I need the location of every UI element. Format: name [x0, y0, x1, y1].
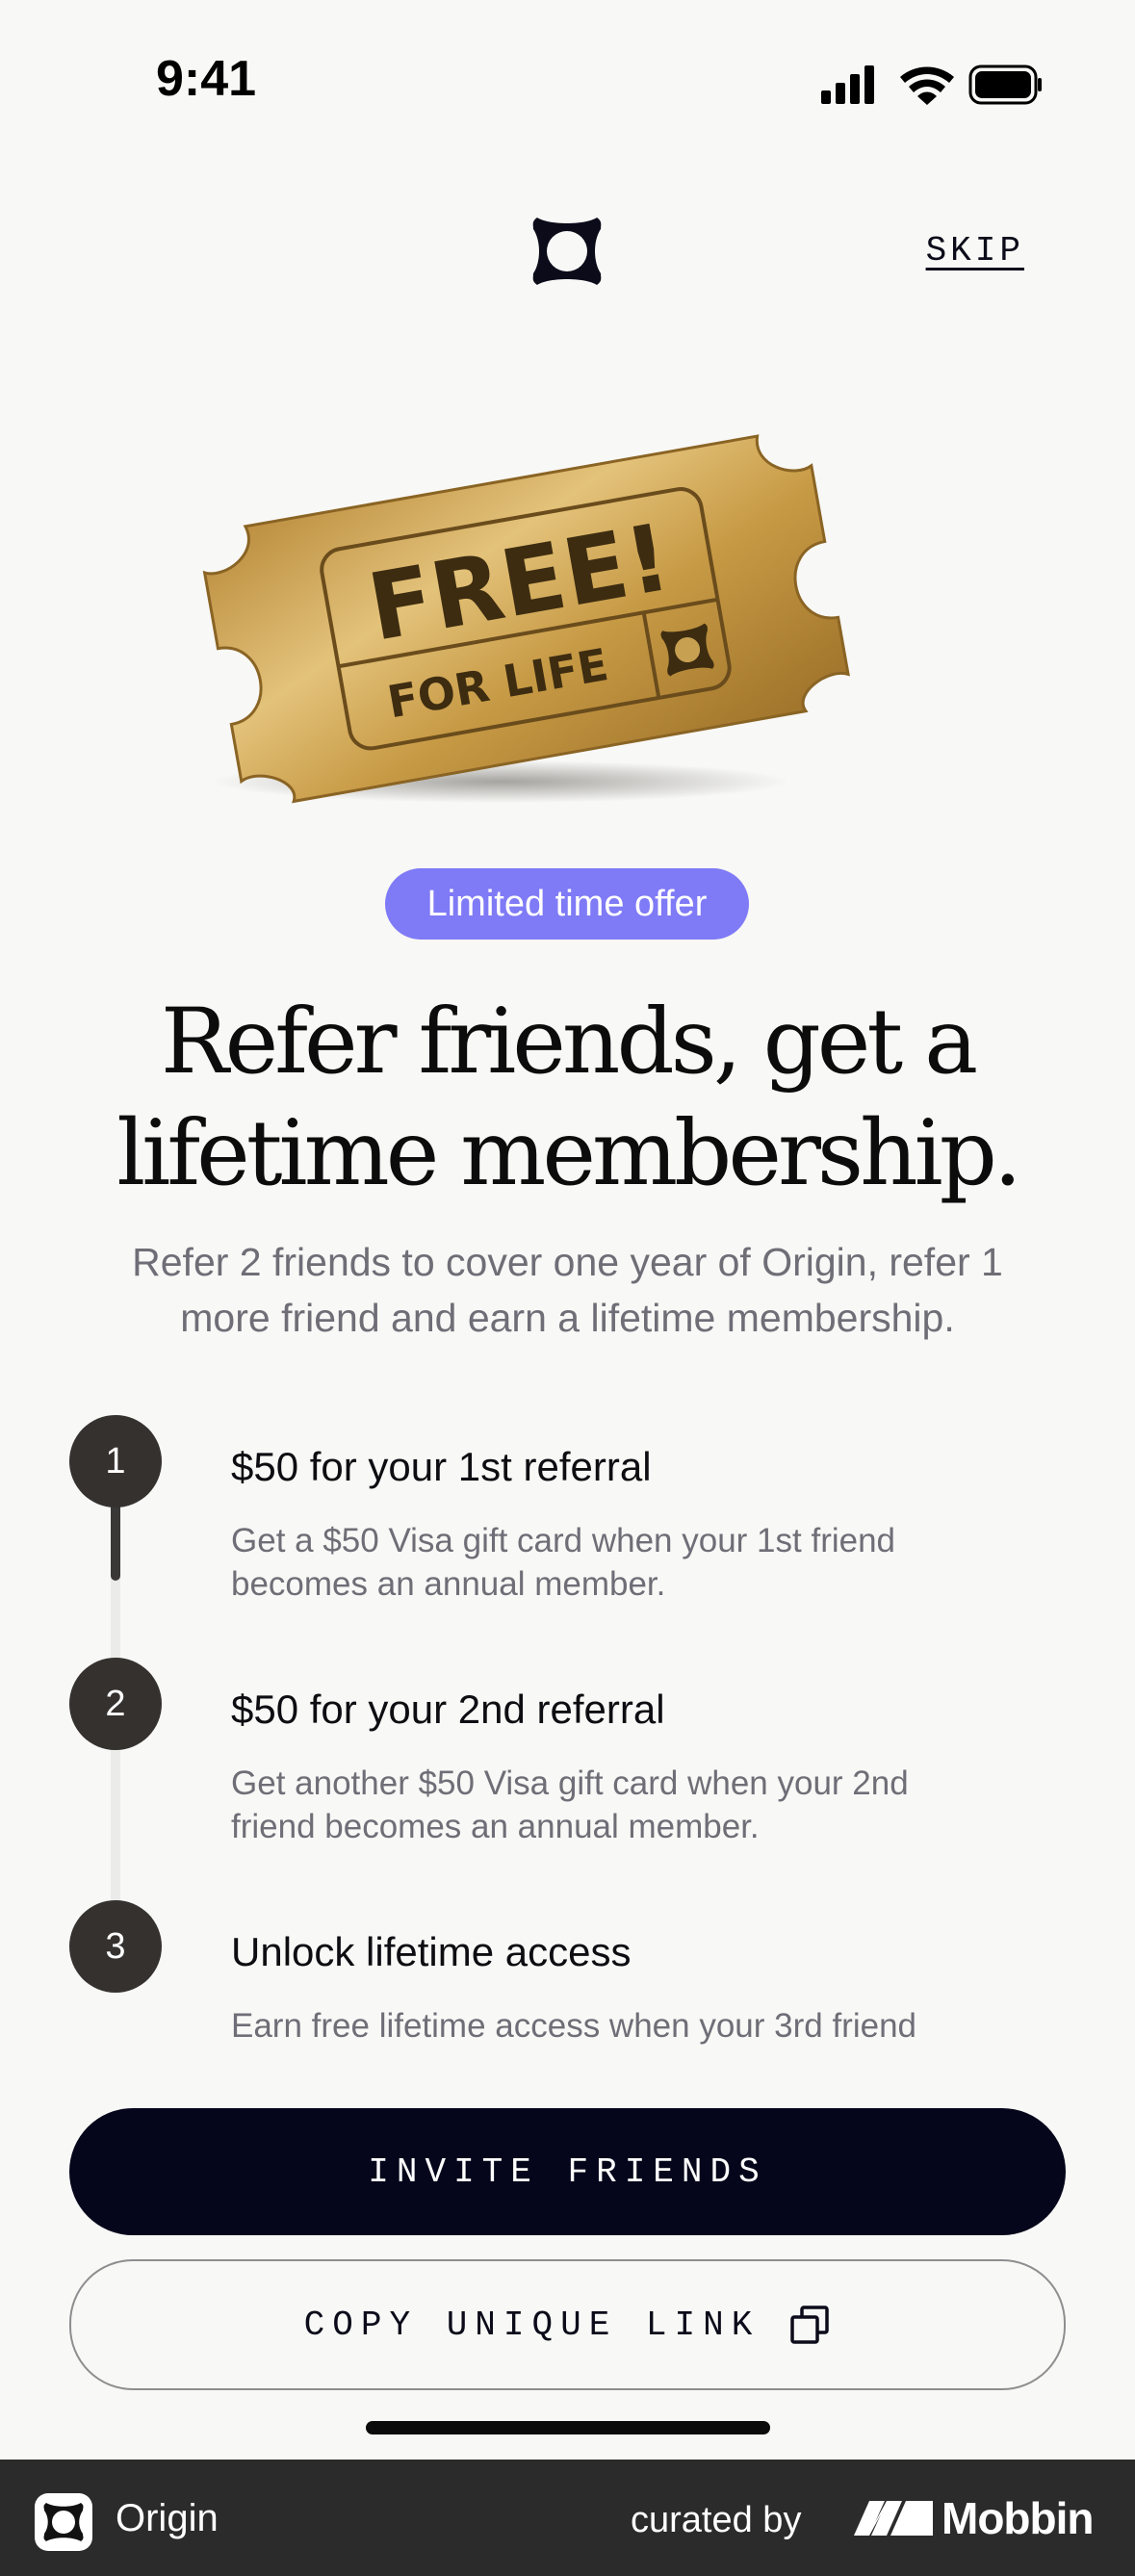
copy-link-button[interactable]: COPY UNIQUE LINK: [69, 2259, 1066, 2390]
step-2-desc-line-1: Get another $50 Visa gift card when your…: [231, 1765, 909, 1802]
skip-button[interactable]: SKIP: [926, 231, 1024, 270]
curated-by-label: curated by: [631, 2500, 802, 2540]
step-3-title: Unlock lifetime access: [231, 1929, 632, 1974]
step-1-desc-line-2: becomes an annual member.: [231, 1565, 666, 1603]
title-line-2: lifetime membership.: [116, 1101, 1022, 1206]
origin-logo-icon: [529, 214, 605, 289]
footer-app-name: Origin: [116, 2497, 219, 2539]
step-1-description: Get a $50 Visa gift card when your 1st f…: [231, 1519, 1059, 1606]
invite-friends-button[interactable]: INVITE FRIENDS: [69, 2108, 1066, 2235]
step-2-number: 2: [69, 1658, 162, 1750]
step-1-number: 1: [69, 1415, 162, 1507]
step-3-description: Earn free lifetime access when your 3rd …: [231, 2004, 1059, 2048]
step-2-desc-line-2: friend becomes an annual member.: [231, 1808, 760, 1845]
subtitle-line-1: Refer 2 friends to cover one year of Ori…: [132, 1240, 1003, 1284]
home-indicator: [366, 2421, 770, 2434]
wifi-icon: [900, 66, 954, 105]
title-line-1: Refer friends, get a: [160, 990, 978, 1095]
step-1-desc-line-1: Get a $50 Visa gift card when your 1st f…: [231, 1522, 896, 1559]
mobbin-brand: Mobbin: [942, 2493, 1094, 2543]
signal-icon: [821, 65, 874, 104]
page-title: Refer friends, get a lifetime membership…: [58, 987, 1077, 1210]
referral-screen: 9:41 SKIP FREE! FOR LIFE Limited time of…: [0, 0, 1135, 2576]
origin-app-icon: [35, 2493, 92, 2551]
copy-icon: [788, 2304, 831, 2346]
golden-ticket-illustration: FREE! FOR LIFE: [193, 385, 886, 818]
step-3-desc-line-1: Earn free lifetime access when your 3rd …: [231, 2007, 916, 2045]
status-icons: [821, 64, 1043, 106]
battery-icon: [968, 64, 1042, 105]
invite-friends-label: INVITE FRIENDS: [368, 2151, 767, 2192]
step-2-description: Get another $50 Visa gift card when your…: [231, 1762, 1059, 1848]
step-3-number: 3: [69, 1900, 162, 1993]
status-time: 9:41: [156, 51, 257, 107]
copy-link-label: COPY UNIQUE LINK: [303, 2305, 761, 2345]
step-2-title: $50 for your 2nd referral: [231, 1687, 665, 1732]
mobbin-logo-icon: [852, 2493, 933, 2543]
step-1-title: $50 for your 1st referral: [231, 1444, 652, 1489]
subtitle-line-2: more friend and earn a lifetime membersh…: [180, 1296, 955, 1340]
page-subtitle: Refer 2 friends to cover one year of Ori…: [77, 1234, 1058, 1346]
limited-offer-badge: Limited time offer: [385, 868, 749, 940]
